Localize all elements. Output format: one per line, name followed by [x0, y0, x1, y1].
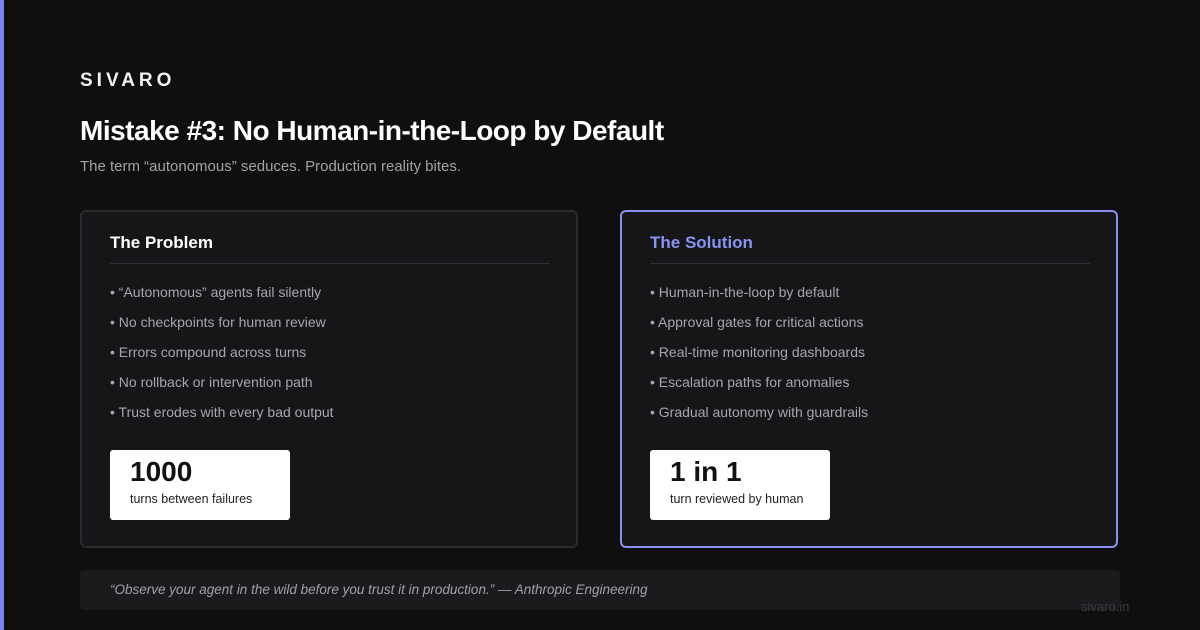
problem-card: The Problem • “Autonomous” agents fail s… [80, 210, 578, 548]
quote-bar: “Observe your agent in the wild before y… [80, 570, 1120, 610]
problem-list-item: • Errors compound across turns [110, 344, 307, 360]
problem-list-item: • No rollback or intervention path [110, 374, 313, 390]
problem-stat-box: 1000 turns between failures [110, 450, 290, 520]
solution-card-header: The Solution [650, 232, 1090, 264]
solution-card-title: The Solution [650, 233, 753, 252]
brand-logo: SIVARO [80, 70, 176, 91]
quote-text: “Observe your agent in the wild before y… [110, 582, 648, 597]
solution-list-item: • Real-time monitoring dashboards [650, 344, 866, 360]
problem-list-item: • “Autonomous” agents fail silently [110, 284, 322, 300]
solution-list-item: • Escalation paths for anomalies [650, 374, 850, 390]
problem-list-item: • No checkpoints for human review [110, 314, 326, 330]
solution-list-item: • Human-in-the-loop by default [650, 284, 840, 300]
problem-list-item: • Trust erodes with every bad output [110, 404, 334, 420]
problem-list: • “Autonomous” agents fail silently • No… [110, 282, 334, 432]
solution-list-item: • Approval gates for critical actions [650, 314, 864, 330]
page-subtitle: The term “autonomous” seduces. Productio… [80, 158, 462, 175]
problem-stat-label: turns between failures [130, 492, 253, 506]
footer-site-link[interactable]: sivaro.in [1081, 599, 1129, 615]
solution-list-item: • Gradual autonomy with guardrails [650, 404, 869, 420]
problem-card-title: The Problem [110, 233, 213, 252]
problem-card-header: The Problem [110, 232, 550, 264]
solution-stat-value: 1 in 1 [670, 456, 742, 487]
left-accent-bar [0, 0, 4, 630]
solution-list: • Human-in-the-loop by default • Approva… [650, 282, 868, 432]
solution-stat-box: 1 in 1 turn reviewed by human [650, 450, 830, 520]
solution-card: The Solution • Human-in-the-loop by defa… [620, 210, 1118, 548]
problem-stat-value: 1000 [130, 456, 193, 487]
page-title: Mistake #3: No Human-in-the-Loop by Defa… [80, 115, 664, 146]
solution-stat-label: turn reviewed by human [670, 492, 804, 506]
